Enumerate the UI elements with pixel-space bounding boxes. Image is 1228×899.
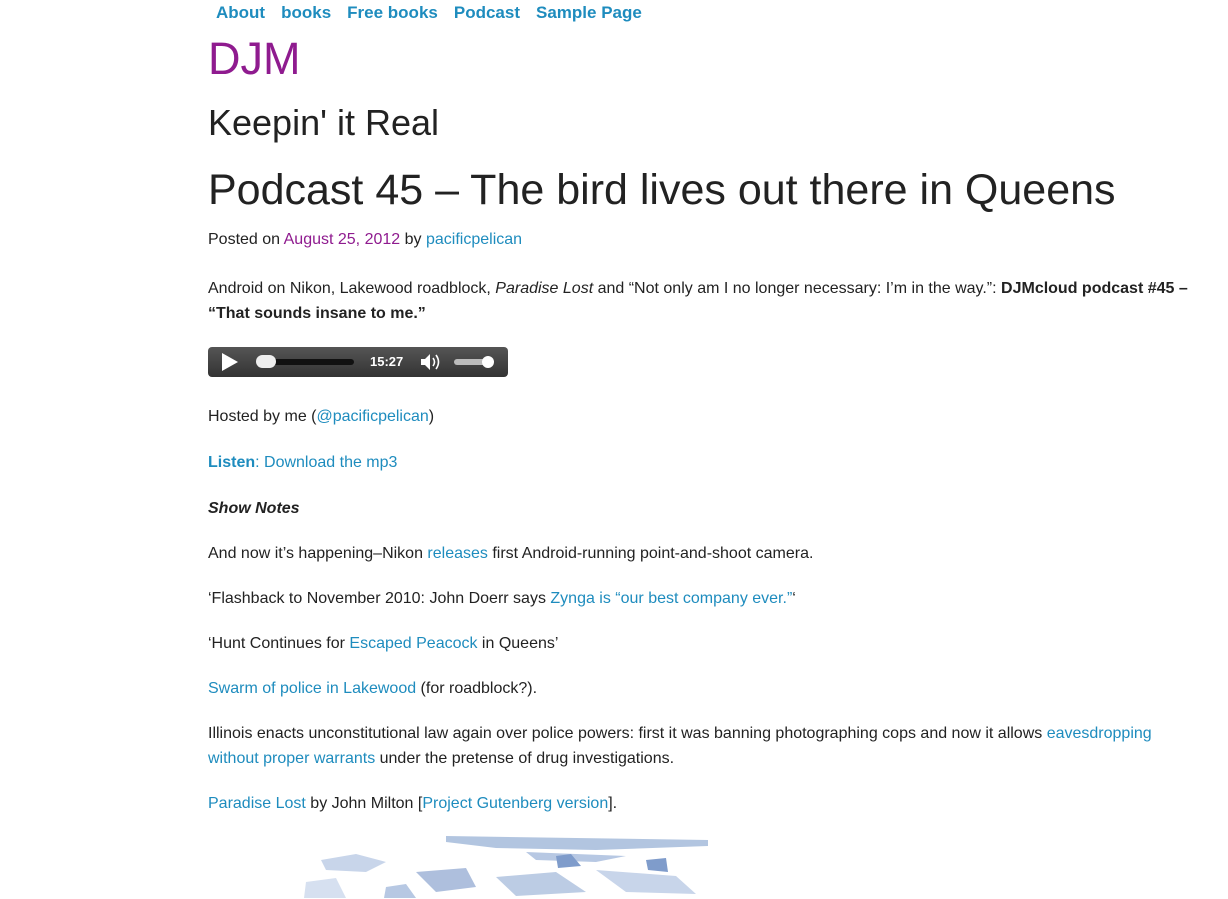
note-paragraph: ‘Flashback to November 2010: John Doerr … <box>208 586 1208 611</box>
hosted-by: Hosted by me (@pacificpelican) <box>208 404 1208 429</box>
note-link-zynga[interactable]: Zynga is “our best company ever.” <box>550 590 792 607</box>
author-link[interactable]: pacificpelican <box>426 231 522 248</box>
note-text: ‘Flashback to November 2010: John Doerr … <box>208 590 551 607</box>
note-text: by John Milton [ <box>305 795 423 812</box>
hosted-text-2: ) <box>428 408 435 425</box>
time-display: 15:27 <box>370 354 404 369</box>
note-text: in Queens’ <box>477 635 559 652</box>
note-paragraph: ‘Hunt Continues for Escaped Peacock in Q… <box>208 631 1208 656</box>
listen-separator: : <box>255 454 265 471</box>
listen-line: Listen: Download the mp3 <box>208 450 1208 475</box>
note-text: And now it’s happening–Nikon <box>208 545 428 562</box>
nav-link-sample-page[interactable]: Sample Page <box>536 3 642 23</box>
audio-player: 15:27 <box>208 347 508 377</box>
note-link-peacock[interactable]: Escaped Peacock <box>349 635 477 652</box>
posted-on-label: Posted on <box>208 231 281 248</box>
note-link-gutenberg[interactable]: Project Gutenberg version <box>422 795 608 812</box>
site-title[interactable]: DJM <box>208 34 300 84</box>
progress-handle[interactable] <box>256 355 276 368</box>
nav-link-podcast[interactable]: Podcast <box>454 3 520 23</box>
intro-text-2: and “Not only am I no longer necessary: … <box>593 280 1002 297</box>
note-link-paradise-lost[interactable]: Paradise Lost <box>208 795 306 812</box>
speaker-icon[interactable] <box>420 353 442 371</box>
play-icon[interactable] <box>222 353 238 371</box>
note-text: ]. <box>608 795 618 812</box>
note-text: Illinois enacts unconstitutional law aga… <box>208 725 1047 742</box>
note-paragraph: Illinois enacts unconstitutional law aga… <box>208 721 1178 771</box>
note-text: ‘ <box>792 590 796 607</box>
nav-link-about[interactable]: About <box>216 3 265 23</box>
twitter-handle-link[interactable]: @pacificpelican <box>316 408 428 425</box>
note-link-lakewood[interactable]: Swarm of police in Lakewood <box>208 680 416 697</box>
nav-link-free-books[interactable]: Free books <box>347 3 438 23</box>
download-mp3-link[interactable]: Download the mp3 <box>264 454 397 471</box>
hosted-text: Hosted by me ( <box>208 408 317 425</box>
post-date-link[interactable]: August 25, 2012 <box>284 231 401 248</box>
listen-label: Listen <box>208 454 256 471</box>
intro-emphasis: Paradise Lost <box>495 280 594 297</box>
note-paragraph: Paradise Lost by John Milton [Project Gu… <box>208 791 1208 816</box>
main-navigation: About books Free books Podcast Sample Pa… <box>216 3 642 23</box>
nav-link-books[interactable]: books <box>281 3 331 23</box>
post-image <box>296 832 716 899</box>
show-notes-heading: Show Notes <box>208 496 1208 521</box>
note-text: ‘Hunt Continues for <box>208 635 350 652</box>
intro-text: Android on Nikon, Lakewood roadblock, <box>208 280 496 297</box>
post-intro: Android on Nikon, Lakewood roadblock, Pa… <box>208 276 1208 326</box>
post-title: Podcast 45 – The bird lives out there in… <box>208 166 1116 214</box>
note-paragraph: And now it’s happening–Nikon releases fi… <box>208 541 1208 566</box>
note-text: under the pretense of drug investigation… <box>375 750 675 767</box>
post-meta: Posted on August 25, 2012 by pacificpeli… <box>208 230 522 250</box>
show-notes-label: Show Notes <box>208 500 300 517</box>
note-text: first Android-running point-and-shoot ca… <box>487 545 814 562</box>
site-tagline: Keepin' it Real <box>208 102 440 143</box>
note-link-releases[interactable]: releases <box>427 545 487 562</box>
note-paragraph: Swarm of police in Lakewood (for roadblo… <box>208 676 1208 701</box>
by-label: by <box>404 231 422 248</box>
note-text: (for roadblock?). <box>416 680 538 697</box>
volume-handle[interactable] <box>482 356 494 368</box>
